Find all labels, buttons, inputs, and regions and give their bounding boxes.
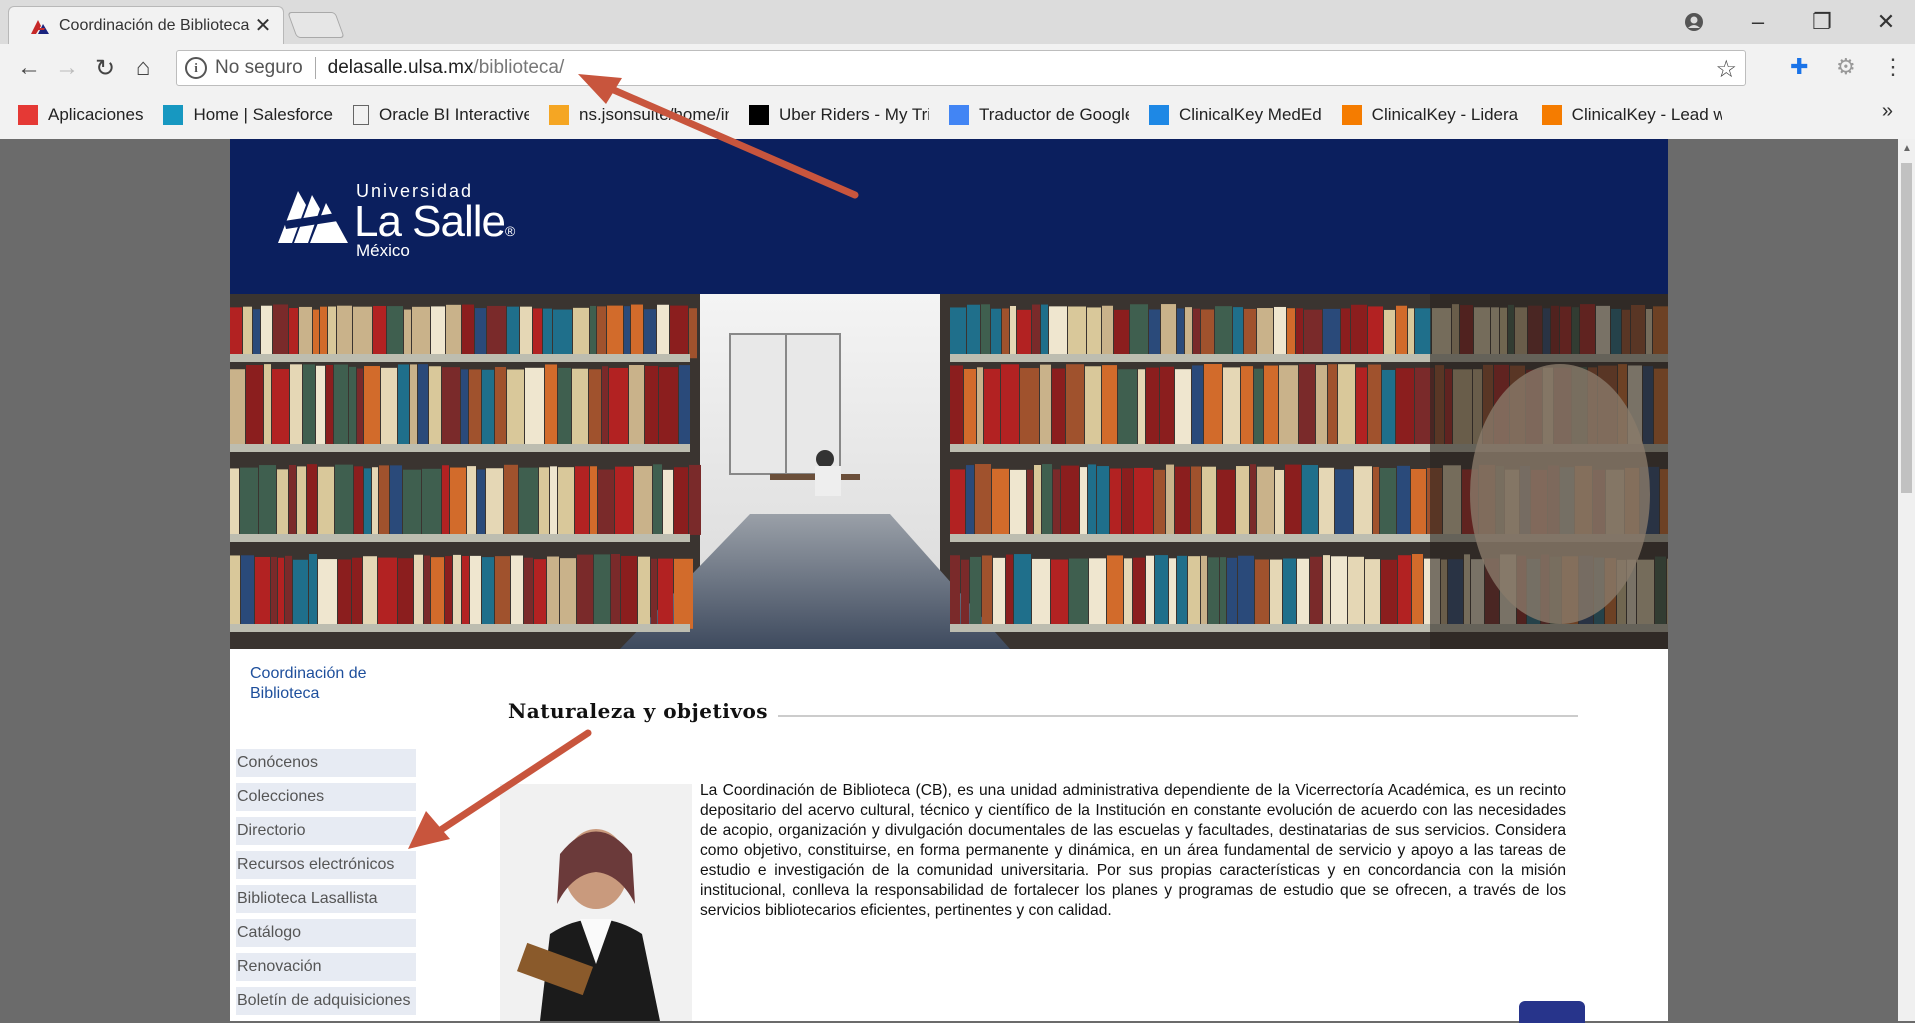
close-icon[interactable]: ✕	[1866, 6, 1906, 38]
bookmark-label: Uber Riders - My Trip	[778, 105, 929, 124]
section-header: Naturaleza y objetivos	[508, 699, 1578, 723]
extension-gear-icon[interactable]: ⚙	[1836, 54, 1856, 80]
page-icon	[352, 105, 369, 125]
lasalle-logo-mark-icon	[278, 191, 348, 243]
scroll-up-icon[interactable]: ▲	[1902, 143, 1912, 154]
new-tab-button[interactable]	[287, 12, 345, 38]
tab-strip: Coordinación de Biblioteca ✕ – ❐ ✕	[0, 0, 1915, 44]
restore-icon[interactable]: ❐	[1802, 6, 1842, 38]
url-path: /biblioteca/	[473, 57, 565, 78]
bookmark-item[interactable]: Home | Salesforce	[163, 105, 333, 125]
sidebar-menu-item[interactable]: Colecciones	[236, 783, 416, 811]
bookmark-label: ClinicalKey - Lidera co	[1371, 105, 1522, 124]
url-host: delasalle.ulsa.mx	[327, 57, 474, 78]
sidebar-title-link[interactable]: Coordinación de Biblioteca	[250, 664, 430, 704]
bookmark-star-icon[interactable]: ☆	[1715, 55, 1737, 84]
intro-paragraph: La Coordinación de Biblioteca (CB), es u…	[700, 782, 1566, 919]
account-icon[interactable]	[1674, 6, 1714, 38]
bookmark-label: Traductor de Google	[978, 105, 1129, 124]
extension-puzzle-icon[interactable]: ✚	[1790, 54, 1808, 80]
bookmark-label: Home | Salesforce	[193, 105, 333, 124]
logo-name-text: La Salle®	[354, 197, 515, 246]
tab-title: Coordinación de Biblioteca	[59, 16, 250, 34]
forward-icon[interactable]: →	[48, 49, 86, 87]
bookmark-label: Aplicaciones	[48, 105, 144, 124]
ns-icon	[548, 105, 569, 125]
section-title: Naturaleza y objetivos	[508, 699, 769, 723]
clinicalkey-meded-icon	[1148, 105, 1169, 125]
logo-bottom-text: México	[356, 241, 410, 260]
menu-kebab-icon[interactable]: ⋮	[1882, 54, 1904, 80]
sidebar-menu-item[interactable]: Biblioteca Lasallista	[236, 885, 416, 913]
page-viewport: Universidad La Salle® México Coordinació…	[0, 139, 1915, 1023]
bookmark-label: ClinicalKey - Lead wit	[1571, 105, 1722, 124]
browser-chrome: Coordinación de Biblioteca ✕ – ❐ ✕ ← → ↻…	[0, 0, 1915, 139]
bookmarks-more-icon[interactable]: »	[1882, 100, 1893, 123]
info-icon[interactable]: i	[185, 57, 207, 79]
minimize-icon[interactable]: –	[1738, 6, 1778, 38]
tab-close-icon[interactable]: ✕	[253, 13, 273, 38]
blue-action-button[interactable]	[1519, 1001, 1585, 1023]
back-icon[interactable]: ←	[10, 49, 48, 87]
security-label: No seguro	[215, 57, 303, 78]
address-bar[interactable]: i No seguro delasalle.ulsa.mx /bibliotec…	[176, 50, 1746, 86]
coordinator-portrait	[500, 784, 692, 1021]
section-rule	[778, 715, 1578, 717]
bookmark-item[interactable]: ClinicalKey - Lidera co	[1341, 105, 1522, 125]
sidebar-menu-item[interactable]: Recursos electrónicos	[236, 851, 416, 879]
bookmark-item[interactable]: Aplicaciones	[18, 105, 143, 125]
salesforce-cloud-icon	[163, 105, 184, 125]
bookmark-item[interactable]: ClinicalKey MedEd	[1148, 105, 1322, 125]
bookmarks-bar: Aplicaciones Home | Salesforce Oracle BI I…	[0, 96, 1915, 134]
sidebar-menu-item[interactable]: Boletín de adquisiciones	[236, 987, 416, 1015]
sidebar-menu-item[interactable]: Renovación	[236, 953, 416, 981]
sidebar-menu-item[interactable]: Conócenos	[236, 749, 416, 777]
web-page: Universidad La Salle® México Coordinació…	[230, 139, 1668, 1023]
reload-icon[interactable]: ↻	[86, 49, 124, 87]
sidebar-menu-item[interactable]: Catálogo	[236, 919, 416, 947]
bookmark-item[interactable]: Traductor de Google	[948, 105, 1129, 125]
scrollbar-thumb[interactable]	[1901, 163, 1912, 493]
lasalle-favicon	[31, 19, 49, 34]
sidebar-menu: Conócenos Colecciones Directorio Recursos e…	[236, 749, 416, 1021]
bookmark-item[interactable]: Oracle BI Interactive D	[352, 105, 529, 125]
bookmark-item[interactable]: ns.jsonsuite/home/inde	[548, 105, 729, 125]
omnibox-divider	[314, 57, 316, 79]
bookmark-label: Oracle BI Interactive D	[378, 105, 529, 124]
browser-tab[interactable]: Coordinación de Biblioteca ✕	[8, 6, 284, 44]
sidebar-menu-item[interactable]: Directorio	[236, 817, 416, 845]
translate-icon	[948, 105, 969, 125]
apps-grid-icon	[18, 105, 38, 125]
library-hero-image	[230, 294, 1668, 649]
ck-icon	[1341, 105, 1362, 125]
home-icon[interactable]: ⌂	[124, 49, 162, 87]
site-header: Universidad La Salle® México	[230, 139, 1668, 294]
page-scrollbar[interactable]: ▲	[1898, 139, 1915, 1021]
ck-icon	[1541, 105, 1562, 125]
bookmark-label: ns.jsonsuite/home/inde	[578, 105, 729, 124]
bookmark-item[interactable]: Uber Riders - My Trip	[748, 105, 929, 125]
uber-icon	[748, 105, 769, 125]
lasalle-logo[interactable]: Universidad La Salle® México	[276, 181, 516, 261]
browser-toolbar: ← → ↻ ⌂ i No seguro delasalle.ulsa.mx /b…	[0, 44, 1915, 92]
bookmark-label: ClinicalKey MedEd	[1178, 105, 1322, 124]
bookmark-item[interactable]: ClinicalKey - Lead wit	[1541, 105, 1722, 125]
main-content: Naturaleza y objetivos	[508, 699, 1578, 723]
